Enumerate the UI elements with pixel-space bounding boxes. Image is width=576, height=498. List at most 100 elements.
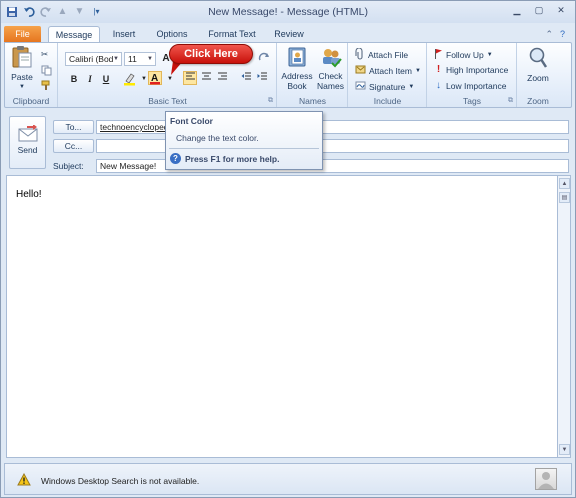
send-label: Send [17, 145, 38, 155]
names-group: Address Book Check Names Names [278, 43, 348, 107]
font-size-combo[interactable]: 11 ▼ [124, 52, 156, 66]
clear-formatting-icon[interactable] [257, 52, 271, 66]
copy-icon[interactable] [41, 65, 52, 76]
font-color-tooltip: Font Color Change the text color. ? Pres… [165, 111, 323, 170]
message-body[interactable]: Hello! [6, 175, 561, 458]
follow-up-button[interactable]: Follow Up ▼ [434, 48, 493, 61]
collapse-ribbon-icon[interactable]: ⌃ [545, 29, 553, 40]
format-painter-icon[interactable] [41, 80, 52, 91]
tooltip-help: ? Press F1 for more help. [170, 153, 279, 164]
check-names-label-2: Names [317, 81, 344, 91]
tab-file[interactable]: File [4, 26, 41, 43]
highlight-icon[interactable] [123, 72, 137, 86]
tags-group: Follow Up ▼ ! High Importance ↓ Low Impo… [428, 43, 517, 107]
minimize-icon[interactable]: ▁ [507, 4, 527, 18]
vertical-scrollbar[interactable]: ▲ ▤ ▼ [557, 175, 571, 458]
help-icon: ? [170, 153, 181, 164]
zoom-button-label: Zoom [527, 73, 549, 83]
address-book-label-2: Book [287, 81, 307, 91]
signature-label: Signature [369, 81, 406, 92]
align-center-icon[interactable] [199, 72, 213, 86]
basic-text-label: Basic Text [148, 96, 187, 106]
font-name-combo[interactable]: Calibri (Bod ▼ [65, 52, 122, 66]
tab-options[interactable]: Options [149, 26, 195, 43]
tooltip-body: Change the text color. [176, 133, 259, 143]
ribbon: Paste ▼ ✂ Clipboard Calibri (Bod ▼ 11 ▼ … [4, 42, 572, 108]
send-icon [10, 124, 45, 145]
decrease-indent-icon[interactable] [239, 72, 253, 86]
high-importance-label: High Importance [446, 64, 509, 75]
clipboard-group: Paste ▼ ✂ Clipboard [5, 43, 58, 107]
tab-format-text[interactable]: Format Text [202, 26, 262, 43]
maximize-icon[interactable]: ▢ [529, 4, 549, 18]
status-message: Windows Desktop Search is not available. [41, 476, 200, 486]
paste-button[interactable]: Paste ▼ [8, 45, 36, 92]
ribbon-controls: ⌃ ? [545, 29, 565, 40]
tab-review[interactable]: Review [268, 26, 310, 43]
tab-insert[interactable]: Insert [105, 26, 143, 43]
signature-icon [355, 80, 366, 93]
chevron-down-icon: ▼ [147, 56, 153, 62]
to-recipient[interactable]: technoencyclopedia [100, 122, 175, 132]
tags-label: Tags [463, 96, 481, 106]
window-controls: ▁ ▢ ✕ [507, 4, 571, 18]
dialog-launcher-icon[interactable]: ⧉ [268, 97, 273, 105]
attach-file-button[interactable]: Attach File [355, 47, 409, 62]
arrow-down-icon: ↓ [436, 80, 441, 91]
check-names-button[interactable]: Check Names [315, 46, 346, 91]
bold-button[interactable]: B [67, 72, 81, 86]
attach-item-label: Attach Item [369, 65, 412, 76]
high-importance-button[interactable]: ! High Importance [434, 64, 509, 75]
tab-message[interactable]: Message [48, 26, 100, 43]
body-text[interactable]: Hello! [16, 189, 42, 200]
address-book-icon [281, 46, 313, 70]
chevron-down-icon: ▼ [486, 51, 493, 58]
italic-button[interactable]: I [83, 72, 97, 86]
ruler-toggle-icon[interactable]: ▤ [559, 192, 570, 203]
align-right-icon[interactable] [215, 72, 229, 86]
low-importance-button[interactable]: ↓ Low Importance [434, 80, 506, 91]
increase-indent-icon[interactable] [255, 72, 269, 86]
window-title: New Message! - Message (HTML) [208, 6, 368, 18]
avatar[interactable] [535, 468, 557, 490]
scroll-up-icon[interactable]: ▲ [559, 178, 570, 189]
align-left-icon[interactable] [183, 71, 197, 85]
send-button[interactable]: Send [9, 116, 46, 169]
underline-button[interactable]: U [99, 72, 113, 86]
dialog-launcher-icon[interactable]: ⧉ [508, 97, 513, 105]
ribbon-tabs: File Message Insert Options Format Text … [1, 23, 575, 43]
subject-label: Subject: [53, 161, 84, 171]
include-label: Include [373, 96, 402, 106]
to-button[interactable]: To... [53, 120, 94, 134]
paste-icon [8, 45, 36, 71]
tooltip-help-text: Press F1 for more help. [185, 153, 280, 164]
address-book-button[interactable]: Address Book [281, 46, 313, 91]
zoom-button[interactable]: Zoom [522, 46, 554, 83]
signature-button[interactable]: Signature ▼ [355, 80, 414, 93]
zoom-label: Zoom [527, 96, 549, 106]
font-size-value: 11 [128, 54, 137, 64]
attach-item-icon [355, 64, 366, 77]
warning-icon [17, 472, 31, 488]
attach-item-button[interactable]: Attach Item ▼ [355, 64, 421, 77]
cut-icon[interactable]: ✂ [41, 49, 48, 60]
zoom-group: Zoom Zoom [518, 43, 558, 107]
names-label: Names [299, 96, 326, 106]
clipboard-label: Clipboard [12, 96, 50, 106]
tooltip-title: Font Color [170, 116, 213, 126]
attach-file-label: Attach File [368, 50, 409, 60]
check-names-label-1: Check [318, 71, 343, 81]
close-icon[interactable]: ✕ [551, 4, 571, 18]
font-color-button[interactable]: A [148, 71, 162, 85]
chevron-down-icon: ▼ [415, 67, 421, 74]
tooltip-divider [169, 148, 319, 149]
scroll-down-icon[interactable]: ▼ [559, 444, 570, 455]
cc-button[interactable]: Cc... [53, 139, 94, 153]
font-name-value: Calibri (Bod [69, 54, 114, 64]
magnifier-icon [522, 46, 554, 72]
chevron-down-icon: ▼ [113, 56, 119, 62]
outlook-message-window: ▲ ▼ |▾ New Message! - Message (HTML) ▁ ▢… [0, 0, 576, 498]
follow-up-label: Follow Up [446, 49, 484, 60]
help-icon[interactable]: ? [560, 29, 565, 40]
click-here-callout: Click Here [169, 44, 253, 64]
